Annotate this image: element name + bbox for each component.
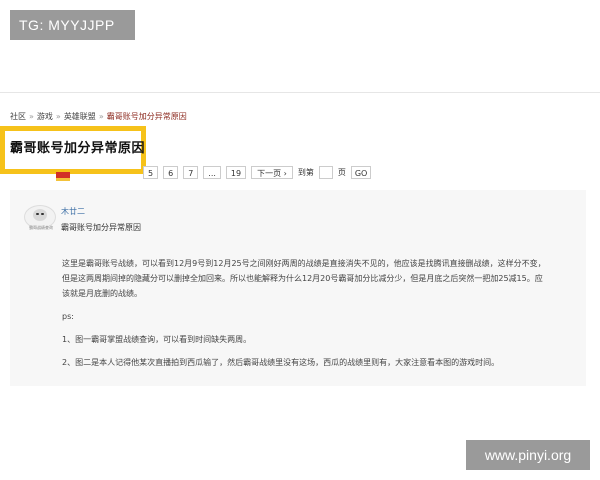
page-link-7[interactable]: 7 xyxy=(183,166,199,179)
header-divider xyxy=(0,92,600,93)
breadcrumb-separator: » xyxy=(55,112,61,121)
watermark-tag: TG: MYYJJPP xyxy=(10,10,135,40)
post-paragraph: 2、图二是本人记得他某次直播拍到西瓜输了，然后霸哥战绩里没有这场，西瓜的战绩里则… xyxy=(62,358,500,367)
watermark-site: www.pinyi.org xyxy=(466,440,590,470)
breadcrumb-item-games[interactable]: 游戏 xyxy=(37,111,53,122)
page-title: 霸哥账号加分异常原因 xyxy=(10,141,146,156)
page-link-6[interactable]: 6 xyxy=(163,166,179,179)
avatar-eye-icon xyxy=(36,213,39,215)
post-paragraph: 1、图一霸哥掌盟战绩查询，可以看到时间缺失两周。 xyxy=(62,335,252,344)
post-body: 这里是霸哥账号战绩，可以看到12月9号到12月25号之间刚好两周的战绩是直接消失… xyxy=(62,256,550,378)
flag-icon xyxy=(56,172,70,181)
avatar-caption: 霸哥战绩查询 xyxy=(29,225,53,230)
pagination: 5 6 7 ... 19 下一页 › 到第 页 GO xyxy=(143,166,372,179)
page-link-19[interactable]: 19 xyxy=(225,166,247,179)
post-paragraph: 这里是霸哥账号战绩，可以看到12月9号到12月25号之间刚好两周的战绩是直接消失… xyxy=(62,259,546,298)
post-paragraph: ps: xyxy=(62,312,74,321)
breadcrumb-item-community[interactable]: 社区 xyxy=(10,111,26,122)
post-author[interactable]: 木廿二 xyxy=(61,206,85,217)
goto-page-input[interactable] xyxy=(318,166,333,179)
page-unit-label: 页 xyxy=(337,168,346,177)
breadcrumb-item-lol[interactable]: 英雄联盟 xyxy=(64,111,96,122)
post-subject: 霸哥账号加分异常原因 xyxy=(61,223,141,232)
avatar-face-icon xyxy=(33,209,47,221)
page-link-5[interactable]: 5 xyxy=(143,166,159,179)
breadcrumb-separator: » xyxy=(29,112,34,121)
page-ellipsis: ... xyxy=(203,166,221,179)
breadcrumb: 社区 » 游戏 » 英雄联盟 » 霸哥账号加分异常原因 xyxy=(10,111,187,122)
avatar-eye-icon xyxy=(41,213,44,215)
breadcrumb-item-current[interactable]: 霸哥账号加分异常原因 xyxy=(107,111,187,122)
breadcrumb-separator: » xyxy=(98,112,104,121)
next-page-button[interactable]: 下一页 › xyxy=(251,166,293,179)
go-button[interactable]: GO xyxy=(350,166,372,179)
goto-label: 到第 xyxy=(297,168,314,177)
